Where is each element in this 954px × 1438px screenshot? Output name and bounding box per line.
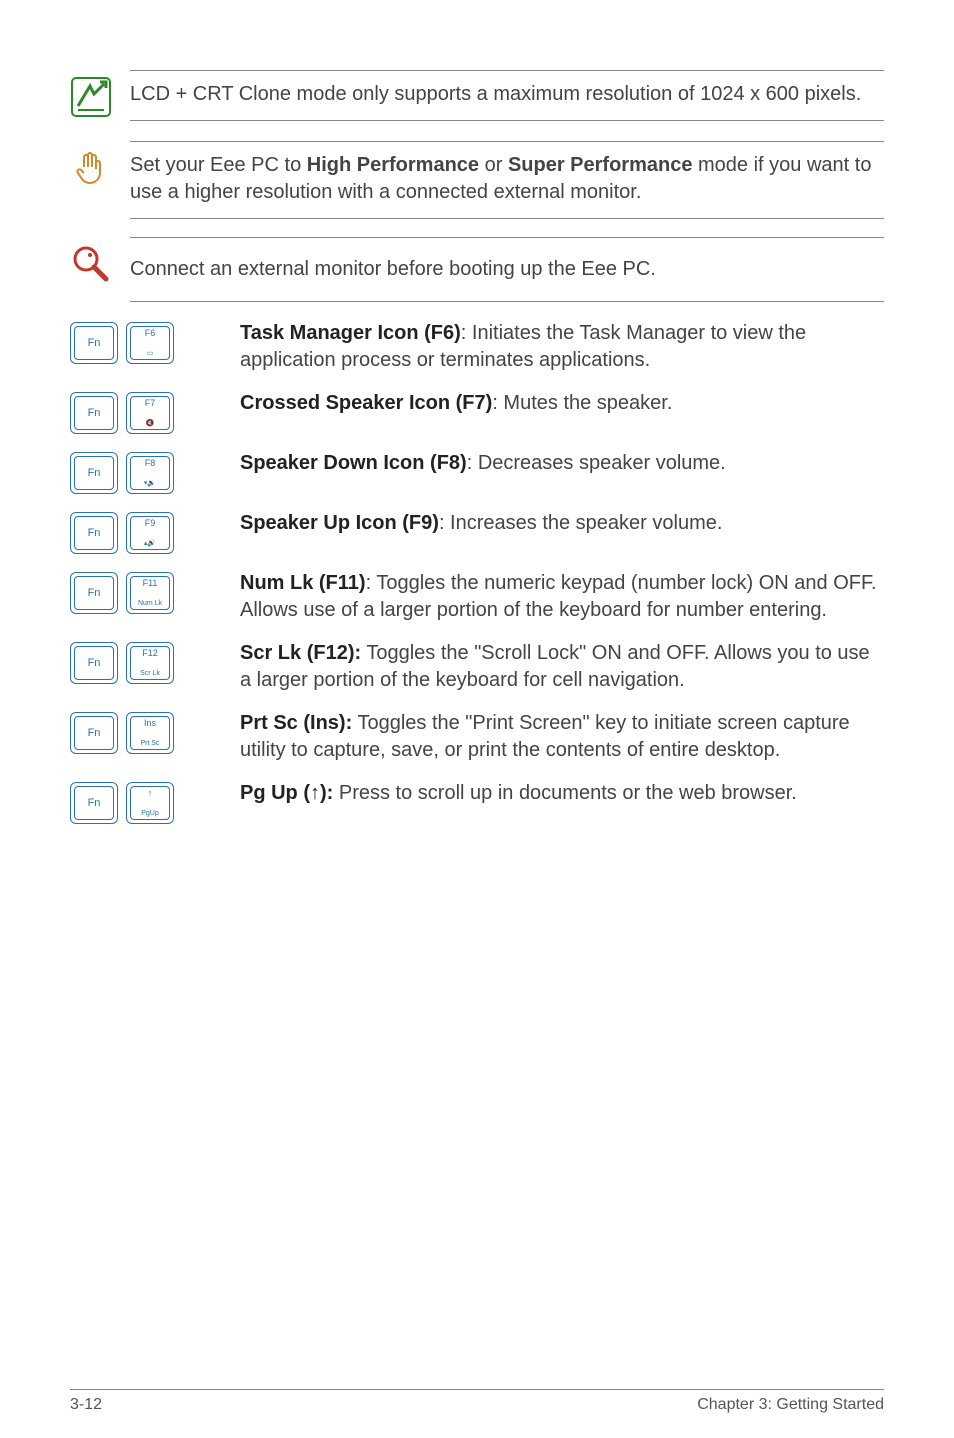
desc: Speaker Down Icon (F8): Decreases speake… (240, 450, 884, 477)
t: Super Performance (508, 154, 693, 176)
k: F12 (142, 649, 158, 658)
speaker-down-icon: ▾🔉 (144, 480, 156, 487)
t: Scr Lk (F12): (240, 642, 361, 664)
speaker-mute-icon: 🔇 (146, 420, 155, 427)
k: Fn (88, 338, 101, 349)
fn-row-pgup: Fn ↑ PgUp Pg Up (↑): Press to scroll up i… (70, 780, 884, 824)
desc: Speaker Up Icon (F9): Increases the spea… (240, 510, 884, 537)
page-number: 3-12 (70, 1396, 102, 1414)
f9-key-icon: F9 ▴🔊 (126, 512, 174, 554)
ins-key-icon: Ins Prt Sc (126, 712, 174, 754)
desc: Scr Lk (F12): Toggles the "Scroll Lock" … (240, 640, 884, 694)
t: or (479, 154, 508, 176)
fn-row-f7: Fn F7 🔇 Crossed Speaker Icon (F7): Mutes … (70, 390, 884, 434)
k: F9 (145, 519, 156, 528)
key-combo: Fn F9 ▴🔊 (70, 510, 240, 554)
k: Fn (88, 468, 101, 479)
speaker-up-icon: ▴🔊 (144, 540, 156, 547)
fn-key-icon: Fn (70, 512, 118, 554)
t: Speaker Up Icon (F9) (240, 512, 439, 534)
t: : Decreases speaker volume. (467, 452, 726, 474)
t: : Mutes the speaker. (492, 392, 672, 414)
desc: Crossed Speaker Icon (F7): Mutes the spe… (240, 390, 884, 417)
magnifier-icon (70, 237, 130, 290)
fn-key-icon: Fn (70, 642, 118, 684)
t: Crossed Speaker Icon (F7) (240, 392, 492, 414)
note-text: LCD + CRT Clone mode only supports a max… (130, 70, 884, 121)
desc: Prt Sc (Ins): Toggles the "Print Screen"… (240, 710, 884, 764)
fn-row-f9: Fn F9 ▴🔊 Speaker Up Icon (F9): Increases … (70, 510, 884, 554)
fn-row-f11: Fn F11 Num Lk Num Lk (F11): Toggles the n… (70, 570, 884, 624)
f11-key-icon: F11 Num Lk (126, 572, 174, 614)
t: Num Lk (F11) (240, 572, 366, 594)
desc: Task Manager Icon (F6): Initiates the Ta… (240, 320, 884, 374)
key-combo: Fn F12 Scr Lk (70, 640, 240, 684)
t: Task Manager Icon (F6) (240, 322, 461, 344)
note-icon (70, 70, 130, 123)
k: Fn (88, 528, 101, 539)
k: Ins (144, 719, 156, 728)
note-text: Set your Eee PC to High Performance or S… (130, 141, 884, 219)
t: Pg Up (↑): (240, 782, 333, 804)
fn-row-f8: Fn F8 ▾🔉 Speaker Down Icon (F8): Decrease… (70, 450, 884, 494)
k: F7 (145, 399, 156, 408)
k: Prt Sc (140, 740, 159, 747)
note-performance: Set your Eee PC to High Performance or S… (70, 141, 884, 219)
desc: Num Lk (F11): Toggles the numeric keypad… (240, 570, 884, 624)
k: F11 (143, 579, 158, 588)
fn-key-icon: Fn (70, 782, 118, 824)
fn-row-ins: Fn Ins Prt Sc Prt Sc (Ins): Toggles the "… (70, 710, 884, 764)
k: Fn (88, 588, 101, 599)
fn-key-icon: Fn (70, 452, 118, 494)
fn-key-icon: Fn (70, 712, 118, 754)
desc: Pg Up (↑): Press to scroll up in documen… (240, 780, 884, 807)
k: F8 (145, 459, 156, 468)
t: High Performance (307, 154, 479, 176)
t: Prt Sc (Ins): (240, 712, 352, 734)
key-combo: Fn F11 Num Lk (70, 570, 240, 614)
f12-key-icon: F12 Scr Lk (126, 642, 174, 684)
note-text: Connect an external monitor before booti… (130, 237, 884, 302)
k: Fn (88, 728, 101, 739)
k: Fn (88, 798, 101, 809)
pgup-key-icon: ↑ PgUp (126, 782, 174, 824)
t: : Increases the speaker volume. (439, 512, 722, 534)
page-footer: 3-12 Chapter 3: Getting Started (70, 1389, 884, 1414)
key-combo: Fn Ins Prt Sc (70, 710, 240, 754)
fn-key-icon: Fn (70, 572, 118, 614)
k: PgUp (141, 810, 159, 817)
f6-key-icon: F6 ▭ (126, 322, 174, 364)
key-combo: Fn F8 ▾🔉 (70, 450, 240, 494)
chapter-title: Chapter 3: Getting Started (697, 1396, 884, 1414)
hand-icon (70, 141, 130, 194)
fn-key-icon: Fn (70, 322, 118, 364)
key-combo: Fn F7 🔇 (70, 390, 240, 434)
note-lcd: LCD + CRT Clone mode only supports a max… (70, 70, 884, 123)
t: Speaker Down Icon (F8) (240, 452, 467, 474)
f8-key-icon: F8 ▾🔉 (126, 452, 174, 494)
key-combo: Fn F6 ▭ (70, 320, 240, 364)
k: Scr Lk (140, 670, 160, 677)
note-external-monitor: Connect an external monitor before booti… (70, 237, 884, 302)
k: F6 (145, 329, 156, 338)
task-manager-icon: ▭ (147, 350, 154, 357)
f7-key-icon: F7 🔇 (126, 392, 174, 434)
t: Press to scroll up in documents or the w… (333, 782, 797, 804)
key-combo: Fn ↑ PgUp (70, 780, 240, 824)
fn-key-icon: Fn (70, 392, 118, 434)
t: Set your Eee PC to (130, 154, 307, 176)
k: Fn (88, 408, 101, 419)
k: Fn (88, 658, 101, 669)
k: Num Lk (138, 600, 162, 607)
fn-row-f6: Fn F6 ▭ Task Manager Icon (F6): Initiates… (70, 320, 884, 374)
fn-row-f12: Fn F12 Scr Lk Scr Lk (F12): Toggles the "… (70, 640, 884, 694)
k: ↑ (148, 789, 153, 798)
